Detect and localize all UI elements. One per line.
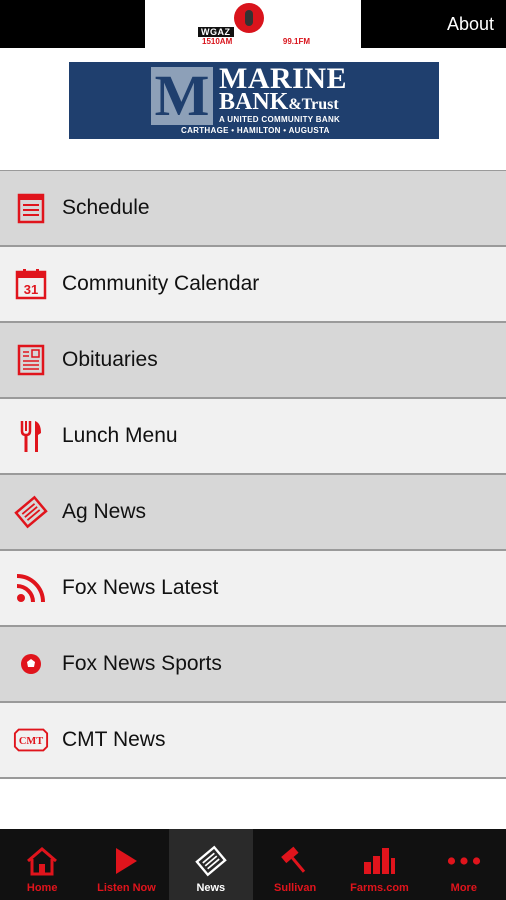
bottom-tab-bar: Home Listen Now News Sullivan Farms.com … [0,829,506,900]
menu-item-label: Schedule [62,196,150,219]
tab-listen-now[interactable]: Listen Now [84,829,168,900]
gavel-icon [278,844,312,878]
station-frequencies: 1510AM 99.1FM [202,37,310,46]
menu-item-community-calendar[interactable]: 31 Community Calendar [0,247,506,323]
menu-item-label: Lunch Menu [62,424,178,447]
tab-label: Listen Now [97,882,156,894]
menu-item-label: Obituaries [62,348,158,371]
tab-more[interactable]: More [422,829,506,900]
station-logo-graphic: WGAZ 1510AM 99.1FM [198,1,310,47]
menu-item-lunch-menu[interactable]: Lunch Menu [0,399,506,475]
tab-label: Sullivan [274,882,317,894]
bar-chart-icon [362,844,396,878]
cmt-icon: CMT [13,722,49,758]
station-call-sign: WGAZ [198,27,234,37]
play-icon [109,844,143,878]
menu-item-fox-news-latest[interactable]: Fox News Latest [0,551,506,627]
about-button[interactable]: About [447,14,494,35]
tab-label: Farms.com [350,882,409,894]
microphone-icon [234,3,264,33]
sponsor-trust-word: &Trust [288,96,339,113]
home-icon [25,844,59,878]
tab-farms[interactable]: Farms.com [337,829,421,900]
menu-item-label: Ag News [62,500,147,523]
station-fm: 99.1FM [282,37,310,46]
soccer-ball-icon [13,646,49,682]
obituaries-icon [13,342,49,378]
tab-sullivan[interactable]: Sullivan [253,829,337,900]
menu-item-ag-news[interactable]: Ag News [0,475,506,551]
schedule-icon [13,190,49,226]
tab-news[interactable]: News [168,829,253,900]
tab-home[interactable]: Home [0,829,84,900]
sponsor-banner[interactable]: M MARINE BANK&Trust A UNITED COMMUNITY B… [69,62,439,139]
sponsor-tagline: A UNITED COMMUNITY BANK [219,115,341,124]
menu-item-obituaries[interactable]: Obituaries [0,323,506,399]
tab-label: More [450,882,477,894]
newspaper-icon [194,844,228,878]
calendar-icon: 31 [13,266,49,302]
tab-label: News [196,882,226,894]
sponsor-towns: CARTHAGE • HAMILTON • AUGUSTA [181,126,330,135]
sponsor-name-line2: BANK&Trust [219,90,339,117]
cmt-icon-text: CMT [19,736,43,747]
menu-item-label: CMT News [62,728,166,751]
more-dots-icon [447,844,481,878]
menu-item-label: Community Calendar [62,272,260,295]
fork-knife-icon [13,418,49,454]
news-menu-list: Schedule 31 Community Calendar Obituarie… [0,170,506,779]
tab-label: Home [26,882,58,894]
menu-item-schedule[interactable]: Schedule [0,171,506,247]
newspaper-icon [13,494,49,530]
sponsor-logo-mark: M [151,67,213,125]
top-bar: WGAZ 1510AM 99.1FM About [0,0,506,48]
menu-item-cmt-news[interactable]: CMT CMT News [0,703,506,779]
rss-icon [13,570,49,606]
menu-item-label: Fox News Sports [62,652,222,675]
menu-item-label: Fox News Latest [62,576,219,599]
station-logo[interactable]: WGAZ 1510AM 99.1FM [145,0,361,48]
menu-item-fox-news-sports[interactable]: Fox News Sports [0,627,506,703]
station-am: 1510AM [202,37,233,46]
sponsor-bank-word: BANK [219,89,289,115]
calendar-icon-day: 31 [24,282,38,297]
